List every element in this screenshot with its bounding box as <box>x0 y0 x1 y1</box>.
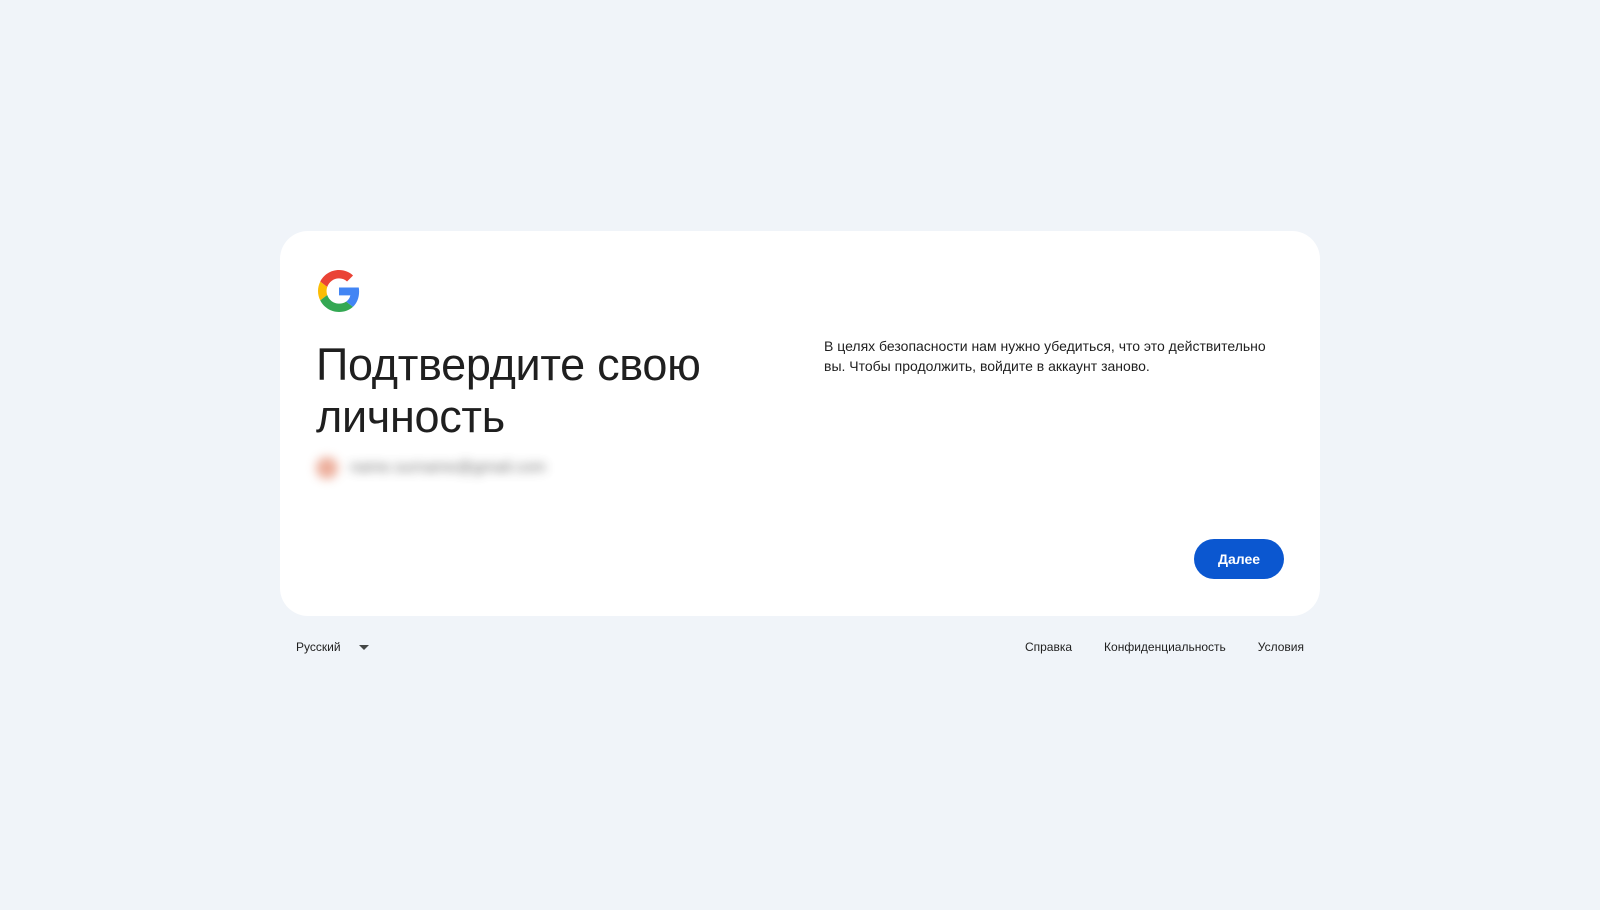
verify-identity-card: Подтвердите свою личность name.surname@g… <box>280 231 1320 616</box>
account-chip[interactable]: name.surname@gmail.com <box>312 453 582 483</box>
help-link[interactable]: Справка <box>1025 640 1072 654</box>
next-button[interactable]: Далее <box>1194 539 1284 579</box>
page-title: Подтвердите свою личность <box>316 339 701 442</box>
avatar <box>316 457 338 479</box>
language-select[interactable]: Русский <box>296 632 369 662</box>
footer: Русский Справка Конфиденциальность Услов… <box>280 632 1320 662</box>
footer-links: Справка Конфиденциальность Условия <box>993 632 1304 662</box>
google-logo-icon <box>318 270 360 312</box>
terms-link[interactable]: Условия <box>1258 640 1304 654</box>
account-email: name.surname@gmail.com <box>350 459 546 476</box>
language-label: Русский <box>296 640 341 654</box>
privacy-link[interactable]: Конфиденциальность <box>1104 640 1226 654</box>
caret-down-icon <box>358 644 369 650</box>
security-description: В целях безопасности нам нужно убедиться… <box>824 338 1266 374</box>
